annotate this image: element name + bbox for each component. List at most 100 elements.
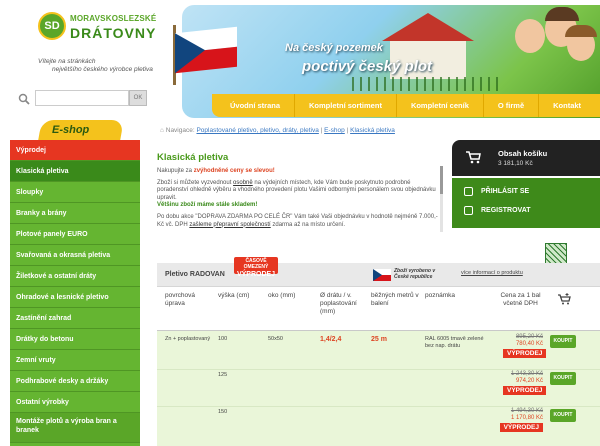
row-meters: 25 m [371,336,387,343]
col-header-surface: povrchová úprava [165,292,195,307]
sidebar-item-welded-mesh[interactable]: Svařovaná a okrasná pletiva [10,245,140,266]
row-surface: Zn + poplastovaný [165,336,211,342]
old-price: 895,20 Kč [515,334,543,340]
table-row: Zn + poplastovaný 100 50x50 1,4/2,4 25 m… [157,331,600,369]
sidebar-item-classic-mesh[interactable]: Klasická pletiva [10,161,140,182]
breadcrumb-link-home[interactable]: Poplastované pletivo, pletivo, dráty, pl… [196,127,318,134]
limited-sale-badge: ČASOVĚ OMEZENÝ VÝPRODEJ [234,257,278,278]
sidebar-item-shading[interactable]: Zastínění zahrad [10,308,140,329]
made-in-cz-text: Zboží vyrobeno v České republice [394,268,436,280]
col-header-note: poznámka [425,292,455,299]
signin-icon [464,187,473,196]
old-price: 1 243,30 Kč [510,371,543,377]
stock-note: Většinu zboží máme stále skladem! [157,202,258,209]
nav-home[interactable]: Úvodní strana [212,94,296,117]
eshop-tab-label: E-shop [52,124,90,136]
col-header-wire: Ø drátu / v. poplastování (mm) [320,292,357,315]
sidebar-item-forest-mesh[interactable]: Ohradové a lesnické pletivo [10,287,140,308]
intro-highlight: zvýhodněné ceny se slevou! [193,168,275,174]
row-price: 1 243,30 Kč 974,20 Kč VÝPRODEJ [503,371,547,395]
badge-main-text: VÝPRODEJ [236,271,276,278]
row-height: 125 [218,372,228,378]
sidebar-item-assembly[interactable]: Montáže plotů a výroba bran a branek [10,413,140,443]
page-title: Klasická pletiva [157,152,229,163]
breadcrumb-prefix: Navigace: [165,127,195,134]
row-height: 100 [218,336,228,342]
account-box: PŘIHLÁSIT SE REGISTROVAT [452,178,600,228]
shipping-text-rest: zdarma až na místo určení. [270,221,346,228]
logo-text-line1[interactable]: MORAVSKOSLEZSKÉ [70,14,156,23]
sale-badge: VÝPRODEJ [503,349,547,358]
czech-flag-icon [373,269,391,281]
home-icon[interactable]: ⌂ [160,127,164,134]
breadcrumb-separator: | [346,127,349,134]
old-price: 1 494,30 Kč [510,408,543,414]
logo-mark[interactable]: SD [38,12,66,40]
breadcrumb-link-current[interactable]: Klasická pletiva [350,127,395,134]
new-price: 780,40 Kč [515,341,543,347]
sale-badge: VÝPRODEJ [499,423,543,432]
main-nav: Úvodní strana Kompletní sortiment Komple… [212,94,600,117]
logo-text-line2[interactable]: DRÁTOVNY [70,25,156,41]
nav-price-list[interactable]: Kompletní ceník [397,94,484,117]
search-icon [18,93,30,105]
buy-button[interactable]: KOUPIT [550,372,576,385]
sidebar-item-posts[interactable]: Sloupky [10,182,140,203]
sidebar-item-sale[interactable]: Výprodej [10,140,140,161]
sale-badge: VÝPRODEJ [503,386,547,395]
nav-full-assortment[interactable]: Kompletní sortiment [295,94,397,117]
breadcrumb-link-eshop[interactable]: E-shop [324,127,345,134]
breadcrumb-separator: | [320,127,323,134]
new-price: 1 170,80 Kč [510,415,543,421]
row-price: 1 494,30 Kč 1 170,80 Kč VÝPRODEJ [497,408,543,432]
content-intro: Nakupujte za zvýhodněné ceny se slevou! … [157,168,439,233]
sidebar-item-other[interactable]: Ostatní výrobky [10,392,140,413]
col-header-height: výška (cm) [218,292,250,299]
col-header-price: Cena za 1 bal včetně DPH [500,292,541,307]
cart-icon[interactable] [465,150,481,164]
pickup-link[interactable]: osobně [233,180,253,186]
sidebar-item-concrete-fibers[interactable]: Drátky do betonu [10,329,140,350]
sidebar-item-panels[interactable]: Plotové panely EURO [10,224,140,245]
welcome-line2: největšího českého výrobce pletiva [52,66,153,73]
row-mesh: 50x50 [268,336,283,342]
welcome-text: Vítejte na stránkách největšího českého … [30,58,160,74]
shipping-link[interactable]: zašleme přepravní společností [189,222,270,228]
welcome-line1: Vítejte na stránkách [38,58,96,65]
search-input[interactable] [35,90,129,106]
product-name: Pletivo RADOVAN [165,271,225,278]
signin-button[interactable]: PŘIHLÁSIT SE [464,187,529,196]
badge-top-text: ČASOVĚ OMEZENÝ [243,258,269,270]
nav-contact[interactable]: Kontakt [539,94,595,117]
sidebar-menu: Výprodej Klasická pletiva Sloupky Branky… [10,140,140,446]
intro-text: Nakupujte za [157,168,194,174]
banner-fence-image [352,77,502,91]
more-info-link[interactable]: více informací o produktu [461,270,523,276]
nav-about[interactable]: O firmě [484,94,540,117]
breadcrumb: ⌂ Navigace: Poplastované pletivo, pletiv… [160,127,395,134]
register-label: REGISTROVAT [481,207,531,214]
table-row: 125 1 243,30 Kč 974,20 Kč VÝPRODEJ KOUPI… [157,370,600,406]
sidebar-item-gates[interactable]: Branky a brány [10,203,140,224]
banner-family-image [505,5,600,95]
buy-button[interactable]: KOUPIT [550,409,576,422]
buy-button[interactable]: KOUPIT [550,335,576,348]
sidebar-item-ground-screws[interactable]: Zemní vruty [10,350,140,371]
table-row: 150 1 494,30 Kč 1 170,80 Kč VÝPRODEJ KOU… [157,407,600,446]
row-note: RAL 6005 tmavě zelené bez nap. drátu [425,336,484,349]
banner-slogan-line1: Na český pozemek [285,42,383,54]
row-wire: 1,4/2,4 [320,336,342,343]
search-button[interactable]: OK [129,90,147,106]
signin-label: PŘIHLÁSIT SE [481,188,530,195]
czech-flag-image [175,26,237,74]
sidebar-item-wires[interactable]: Žiletkové a ostatní dráty [10,266,140,287]
col-header-mesh: oko (mm) [268,292,296,299]
content-scrollbar-thumb[interactable] [440,166,443,194]
register-button[interactable]: REGISTROVAT [464,206,531,215]
cart-title[interactable]: Obsah košíku [498,149,547,158]
row-price: 895,20 Kč 780,40 Kč VÝPRODEJ [503,334,547,358]
cart-price: 3 181,10 Kč [498,160,533,167]
banner-slogan-line2: poctivý český plot [302,58,433,75]
sidebar-item-base-boards[interactable]: Podhrabové desky a držáky [10,371,140,392]
row-height: 150 [218,409,228,415]
